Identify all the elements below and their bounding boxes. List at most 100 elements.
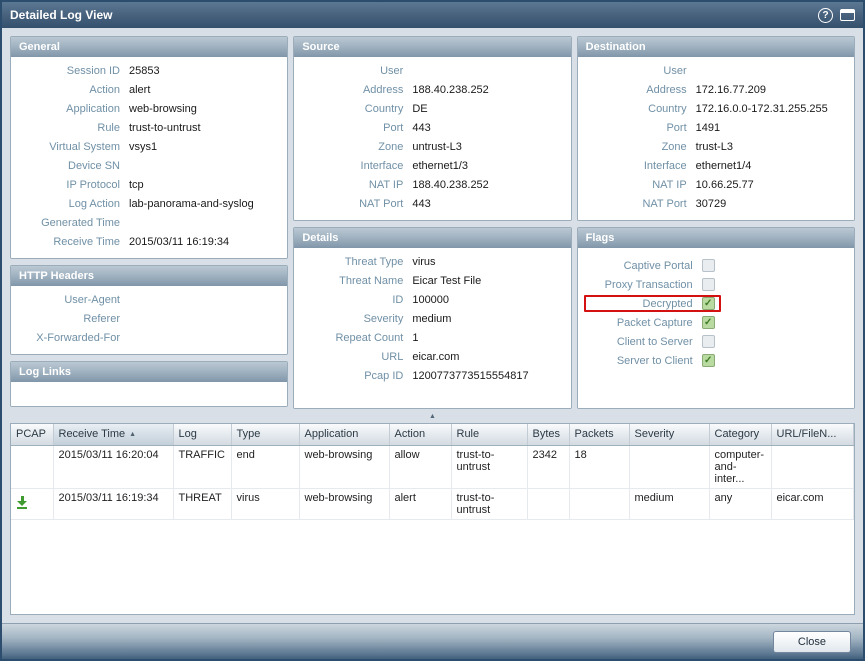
panel-source-header: Source [294,37,570,57]
cell-log: THREAT [173,488,231,519]
column-header-label: Severity [635,428,675,440]
field-device-sn: Device SN [17,157,277,176]
column-header-label: PCAP [16,428,46,440]
cell-action: alert [389,488,451,519]
field-src-address: Address188.40.238.252 [300,81,560,100]
cell-rule: trust-to-untrust [451,488,527,519]
column-header-pcap[interactable]: PCAP [11,424,53,445]
column-header-label: Rule [457,428,480,440]
field-session-id: Session ID25853 [17,62,277,81]
cell-pcap [11,488,53,519]
dialog-footer: Close [2,623,863,659]
cell-url-filename: eicar.com [771,488,854,519]
panel-source-body: User Address188.40.238.252 CountryDE Por… [294,57,570,220]
field-value [129,157,277,176]
flag-box: Server to Client✓ [584,352,721,369]
column-header-label: Log [179,428,197,440]
cell-bytes [527,488,569,519]
field-url: URLeicar.com [300,348,560,367]
column-middle: Source User Address188.40.238.252 Countr… [293,36,571,409]
field-threat-id: ID100000 [300,291,560,310]
field-label: IP Protocol [17,176,129,195]
dialog-title: Detailed Log View [10,8,818,22]
field-value [129,329,277,348]
column-header-action[interactable]: Action [389,424,451,445]
field-label: Interface [584,157,696,176]
field-value [696,62,844,81]
panel-flags-header: Flags [578,228,854,248]
cell-category: computer-and-inter... [709,445,771,488]
close-button[interactable]: Close [773,631,851,653]
column-header-receive-time[interactable]: Receive Time▲ [53,424,173,445]
field-repeat-count: Repeat Count1 [300,329,560,348]
field-severity: Severitymedium [300,310,560,329]
field-threat-type: Threat Typevirus [300,253,560,272]
field-label: Zone [300,138,412,157]
field-value: 30729 [696,195,844,214]
field-label: Port [300,119,412,138]
cell-receive-time: 2015/03/11 16:19:34 [53,488,173,519]
panel-flags: Flags Captive Portal✓ Proxy Transaction✓… [577,227,855,409]
panel-details-body: Threat Typevirus Threat NameEicar Test F… [294,248,570,408]
field-label: Country [584,100,696,119]
field-label: User-Agent [17,291,129,310]
field-src-nat-port: NAT Port443 [300,195,560,214]
flag-highlight-box: Decrypted✓ [584,295,721,312]
column-header-packets[interactable]: Packets [569,424,629,445]
popout-window-icon[interactable] [840,9,855,21]
help-icon[interactable]: ? [818,8,833,23]
field-rule: Ruletrust-to-untrust [17,119,277,138]
flag-label: Proxy Transaction [590,279,702,291]
column-header-url-filename[interactable]: URL/FileN... [771,424,854,445]
field-value: virus [412,253,560,272]
field-ip-protocol: IP Protocoltcp [17,176,277,195]
check-icon: ✓ [704,318,712,328]
proxy-transaction-checkbox: ✓ [702,278,715,291]
titlebar-icons: ? [818,8,855,23]
field-label: NAT IP [300,176,412,195]
panel-details: Details Threat Typevirus Threat NameEica… [293,227,571,409]
column-header-label: Receive Time [59,428,126,440]
column-header-severity[interactable]: Severity [629,424,709,445]
cell-application: web-browsing [299,445,389,488]
field-virtual-system: Virtual Systemvsys1 [17,138,277,157]
flag-label: Packet Capture [590,317,702,329]
flag-client-to-server: Client to Server✓ [584,332,844,351]
field-value: vsys1 [129,138,277,157]
cell-bytes: 2342 [527,445,569,488]
field-value: 1200773773515554817 [412,367,560,386]
field-value [129,291,277,310]
column-header-category[interactable]: Category [709,424,771,445]
cell-pcap [11,445,53,488]
flag-label: Decrypted [590,298,702,310]
column-header-bytes[interactable]: Bytes [527,424,569,445]
splitter-collapse-icon[interactable]: ▲ [429,413,436,420]
field-value: 172.16.77.209 [696,81,844,100]
column-header-log[interactable]: Log [173,424,231,445]
column-header-application[interactable]: Application [299,424,389,445]
log-row-traffic[interactable]: 2015/03/11 16:20:04 TRAFFIC end web-brow… [11,445,854,488]
dialog-titlebar[interactable]: Detailed Log View ? [2,2,863,28]
flag-packet-capture: Packet Capture✓ [584,313,844,332]
field-label: Threat Type [300,253,412,272]
field-label: Session ID [17,62,129,81]
cell-severity [629,445,709,488]
field-value: 2015/03/11 16:19:34 [129,233,277,252]
column-header-type[interactable]: Type [231,424,299,445]
field-application: Applicationweb-browsing [17,100,277,119]
field-label: Pcap ID [300,367,412,386]
field-label: NAT Port [584,195,696,214]
cell-packets: 18 [569,445,629,488]
field-value: ethernet1/3 [412,157,560,176]
field-value: 443 [412,119,560,138]
log-row-threat[interactable]: 2015/03/11 16:19:34 THREAT virus web-bro… [11,488,854,519]
field-user-agent: User-Agent [17,291,277,310]
pcap-download-icon[interactable] [16,496,28,509]
field-label: Generated Time [17,214,129,233]
field-label: Interface [300,157,412,176]
column-header-rule[interactable]: Rule [451,424,527,445]
captive-portal-checkbox: ✓ [702,259,715,272]
field-label: X-Forwarded-For [17,329,129,348]
panel-table-splitter[interactable]: ▲ [10,409,855,423]
field-referer: Referer [17,310,277,329]
